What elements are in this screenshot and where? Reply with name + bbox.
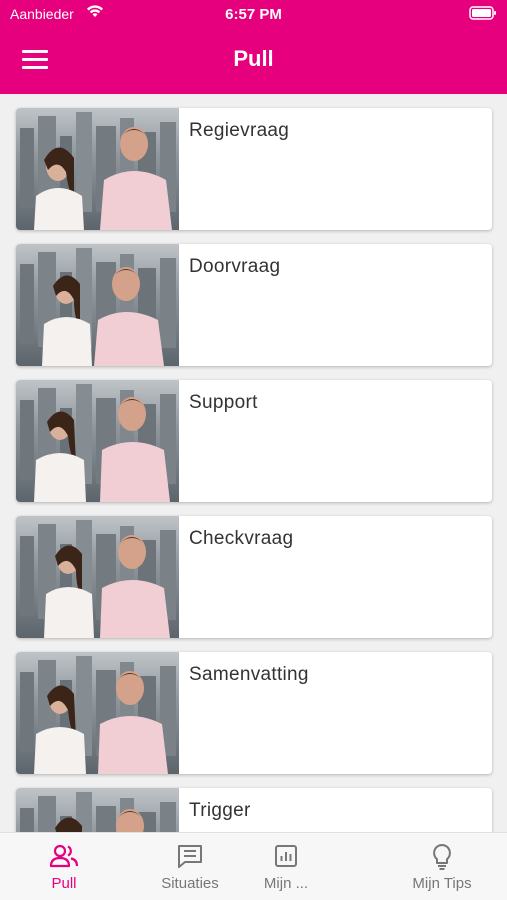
clock: 6:57 PM [225,6,282,23]
tab-mijn-tips[interactable]: Mijn Tips [392,833,492,900]
app-header: Aanbieder 6:57 PM Pull [0,0,507,94]
video-thumbnail [16,516,179,638]
video-thumbnail [16,108,179,230]
video-thumbnail [16,380,179,502]
lightbulb-icon [430,843,454,875]
people-icon [49,843,79,873]
tab-label: Pull [51,875,77,892]
chart-icon [273,843,299,873]
list-item[interactable]: Doorvraag [16,244,492,366]
status-bar: Aanbieder 6:57 PM [0,0,507,30]
list-item[interactable]: Samenvatting [16,652,492,774]
video-thumbnail [16,244,179,366]
list-item[interactable]: Regievraag [16,108,492,230]
bottom-nav: Pull Situaties Mijn ... Mijn Tips [0,832,507,900]
tab-label: Mijn Tips [412,875,472,892]
list-item[interactable]: Support [16,380,492,502]
tab-label: Mijn ... [263,875,309,892]
video-thumbnail [16,788,179,832]
page-title: Pull [233,46,274,71]
video-list[interactable]: Regievraag Doorvraag Support Checkvraag … [0,94,507,832]
message-icon [176,843,204,873]
tab-pull[interactable]: Pull [14,833,114,900]
item-title: Checkvraag [189,528,294,549]
list-item[interactable]: Trigger [16,788,492,832]
tab-situaties[interactable]: Situaties [140,833,240,900]
video-thumbnail [16,652,179,774]
item-title: Support [189,392,258,413]
list-item[interactable]: Checkvraag [16,516,492,638]
item-title: Trigger [189,800,251,821]
battery-icon [469,6,497,23]
tab-mijn[interactable]: Mijn ... [236,833,336,900]
item-title: Doorvraag [189,256,281,277]
item-title: Samenvatting [189,664,309,685]
tab-label: Situaties [161,875,219,892]
item-title: Regievraag [189,120,290,141]
